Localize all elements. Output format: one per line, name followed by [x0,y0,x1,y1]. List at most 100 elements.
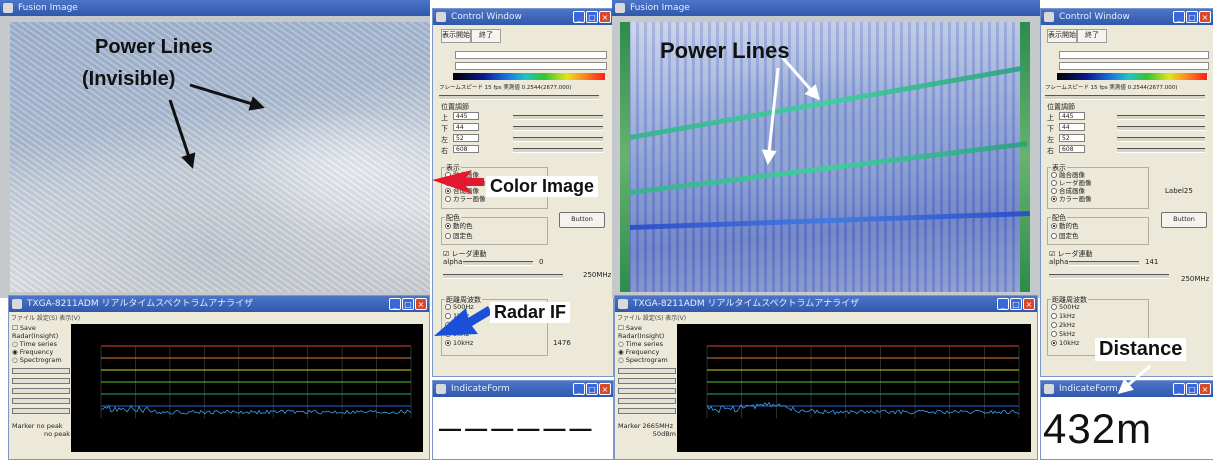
spectrum-control-bar-4[interactable] [12,398,70,404]
tab-start-display[interactable]: 表示開始 [1047,29,1077,43]
range-option-10khz[interactable]: 10kHz [1051,339,1079,348]
close-icon[interactable]: × [415,298,427,310]
indicate-form-window-left: IndicateForm _ □ × — — — — — — [432,380,614,460]
indicate-form-titlebar-right[interactable]: IndicateForm _ □ × [1041,381,1213,397]
top-slider[interactable] [455,51,607,59]
spectrogram-radio[interactable]: ○ Spectrogram [12,356,70,364]
close-icon[interactable]: × [1199,11,1211,23]
range-option-10khz[interactable]: 10kHz [445,339,473,348]
position-slider-right[interactable] [513,148,603,153]
time-series-radio[interactable]: ○ Time series [12,340,70,348]
spectrum-control-bar-2[interactable] [618,378,676,384]
position-slider-left[interactable] [1117,137,1205,142]
frame-speed-track[interactable] [1045,95,1205,100]
freq-slider[interactable] [443,274,563,279]
coloring-option-dynamic[interactable]: 動的色 [1051,222,1079,231]
spectrum-control-bar-5[interactable] [12,408,70,414]
display-option-color[interactable]: カラー画像 [1051,195,1092,204]
button1[interactable]: Button [559,212,605,228]
frequency-radio[interactable]: ◉ Frequency [12,348,70,356]
position-slider-bottom[interactable] [1117,126,1205,131]
spectrum-trace [101,404,412,415]
position-slider-right[interactable] [1117,148,1205,153]
freq-slider[interactable] [1049,274,1169,279]
maximize-icon[interactable]: □ [586,11,598,23]
position-input-bottom[interactable]: 44 [1059,123,1085,131]
top-slider[interactable] [1059,51,1209,59]
range-option-1khz[interactable]: 1kHz [445,312,469,321]
range-option-1khz[interactable]: 1kHz [1051,312,1075,321]
button1[interactable]: Button [1161,212,1207,228]
save-checkbox[interactable]: ☐ Save [12,324,70,332]
tab-exit[interactable]: 終了 [1077,29,1107,43]
frame-speed-track[interactable] [439,95,599,100]
maximize-icon[interactable]: □ [1010,298,1022,310]
maximize-icon[interactable]: □ [1186,383,1198,395]
spectrum-menu-bar[interactable]: ファイル 設定(S) 表示(V) [11,313,80,322]
position-slider-top[interactable] [513,115,603,120]
close-icon[interactable]: × [599,11,611,23]
fusion-image-titlebar-right[interactable]: Fusion Image [612,0,1040,16]
position-input-right[interactable]: 608 [1059,145,1085,153]
spectrum-control-bar-2[interactable] [12,378,70,384]
spectrum-menu-bar[interactable]: ファイル 設定(S) 表示(V) [617,313,686,322]
range-option-5khz[interactable]: 5kHz [1051,330,1075,339]
position-input-bottom[interactable]: 44 [453,123,479,131]
bottom-slider[interactable] [1059,62,1209,70]
minimize-icon[interactable]: _ [573,11,585,23]
indicate-form-titlebar-left[interactable]: IndicateForm _ □ × [433,381,613,397]
position-input-top[interactable]: 445 [453,112,479,120]
coloring-option-fixed[interactable]: 固定色 [1051,232,1079,241]
spectrum-control-bar-5[interactable] [618,408,676,414]
range-option-500hz[interactable]: 500Hz [445,303,474,312]
position-slider-left[interactable] [513,137,603,142]
range-option-500hz[interactable]: 500Hz [1051,303,1080,312]
coloring-option-dynamic[interactable]: 動的色 [445,222,473,231]
tab-exit[interactable]: 終了 [471,29,501,43]
minimize-icon[interactable]: _ [997,298,1009,310]
fusion-image-titlebar-left[interactable]: Fusion Image [0,0,430,16]
maximize-icon[interactable]: □ [586,383,598,395]
maximize-icon[interactable]: □ [1186,11,1198,23]
bottom-slider[interactable] [455,62,607,70]
position-slider-bottom[interactable] [513,126,603,131]
alpha-slider[interactable] [463,261,533,266]
maximize-icon[interactable]: □ [402,298,414,310]
position-label-left: 左 [1047,136,1054,144]
spectrum-control-bar-3[interactable] [618,388,676,394]
spectrum-control-bar-1[interactable] [618,368,676,374]
spectrum-control-bar-3[interactable] [12,388,70,394]
close-icon[interactable]: × [1199,383,1211,395]
minimize-icon[interactable]: _ [1173,383,1185,395]
minimize-icon[interactable]: _ [389,298,401,310]
alpha-label: alpha [443,258,463,266]
window-title: TXGA-8211ADM リアルタイムスペクトラムアナライザ [27,299,254,309]
tab-start-display[interactable]: 表示開始 [441,29,471,43]
frequency-radio[interactable]: ◉ Frequency [618,348,676,356]
close-icon[interactable]: × [1023,298,1035,310]
spectrum-control-bar-4[interactable] [618,398,676,404]
close-icon[interactable]: × [599,383,611,395]
spectrum-control-bar-1[interactable] [12,368,70,374]
range-option-2khz[interactable]: 2kHz [445,321,469,330]
control-window-titlebar-left[interactable]: Control Window _ □ × [433,9,613,25]
spectrum-analyzer-titlebar-right[interactable]: TXGA-8211ADM リアルタイムスペクトラムアナライザ _ □ × [615,296,1037,312]
time-series-radio[interactable]: ○ Time series [618,340,676,348]
minimize-icon[interactable]: _ [1173,11,1185,23]
control-window-titlebar-right[interactable]: Control Window _ □ × [1041,9,1213,25]
position-input-left[interactable]: 52 [453,134,479,142]
label-power-lines-left: Power Lines [95,36,213,58]
coloring-option-fixed[interactable]: 固定色 [445,232,473,241]
range-option-2khz[interactable]: 2kHz [1051,321,1075,330]
minimize-icon[interactable]: _ [573,383,585,395]
range-option-5khz[interactable]: 5kHz [445,330,469,339]
position-input-top[interactable]: 445 [1059,112,1085,120]
spectrogram-radio[interactable]: ○ Spectrogram [618,356,676,364]
position-input-right[interactable]: 608 [453,145,479,153]
position-input-left[interactable]: 52 [1059,134,1085,142]
alpha-slider[interactable] [1069,261,1139,266]
display-option-color[interactable]: カラー画像 [445,195,486,204]
spectrum-analyzer-titlebar-left[interactable]: TXGA-8211ADM リアルタイムスペクトラムアナライザ _ □ × [9,296,429,312]
position-slider-top[interactable] [1117,115,1205,120]
save-checkbox[interactable]: ☐ Save [618,324,676,332]
